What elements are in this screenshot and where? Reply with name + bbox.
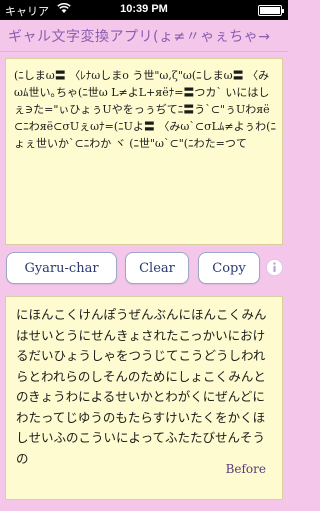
app-title: ギャル文字変換アプリ(ょ≠〃ゃぇちゃ→	[8, 29, 271, 45]
gyaru-output-textbox[interactable]: (ﾆしまω〓 〈ﾚﾅωしまo う世"ω,ζ"ω(ﾆしまω〓 〈みωﾑ世い｡ちゃ(…	[5, 58, 283, 245]
input-text: にほんこくけんぽうぜんぶんにほんこくみんはせいとうにせんきょされたこっかいにおけ…	[16, 307, 267, 466]
clock: 10:39 PM	[120, 3, 168, 15]
battery-icon	[258, 5, 284, 16]
input-textbox[interactable]: にほんこくけんぽうぜんぶんにほんこくみんはせいとうにせんきょされたこっかいにおけ…	[5, 296, 283, 500]
before-label: Before	[225, 461, 266, 476]
info-icon[interactable]	[266, 259, 283, 276]
nav-bar: ギャル文字変換アプリ(ょ≠〃ゃぇちゃ→	[0, 20, 288, 52]
copy-button[interactable]: Copy	[198, 252, 260, 284]
status-bar: キャリア 10:39 PM	[0, 0, 288, 20]
gyaru-output-text: (ﾆしまω〓 〈ﾚﾅωしまo う世"ω,ζ"ω(ﾆしまω〓 〈みωﾑ世い｡ちゃ(…	[14, 69, 276, 150]
gyaru-char-button[interactable]: Gyaru-char	[6, 252, 117, 284]
clear-button[interactable]: Clear	[125, 252, 189, 284]
